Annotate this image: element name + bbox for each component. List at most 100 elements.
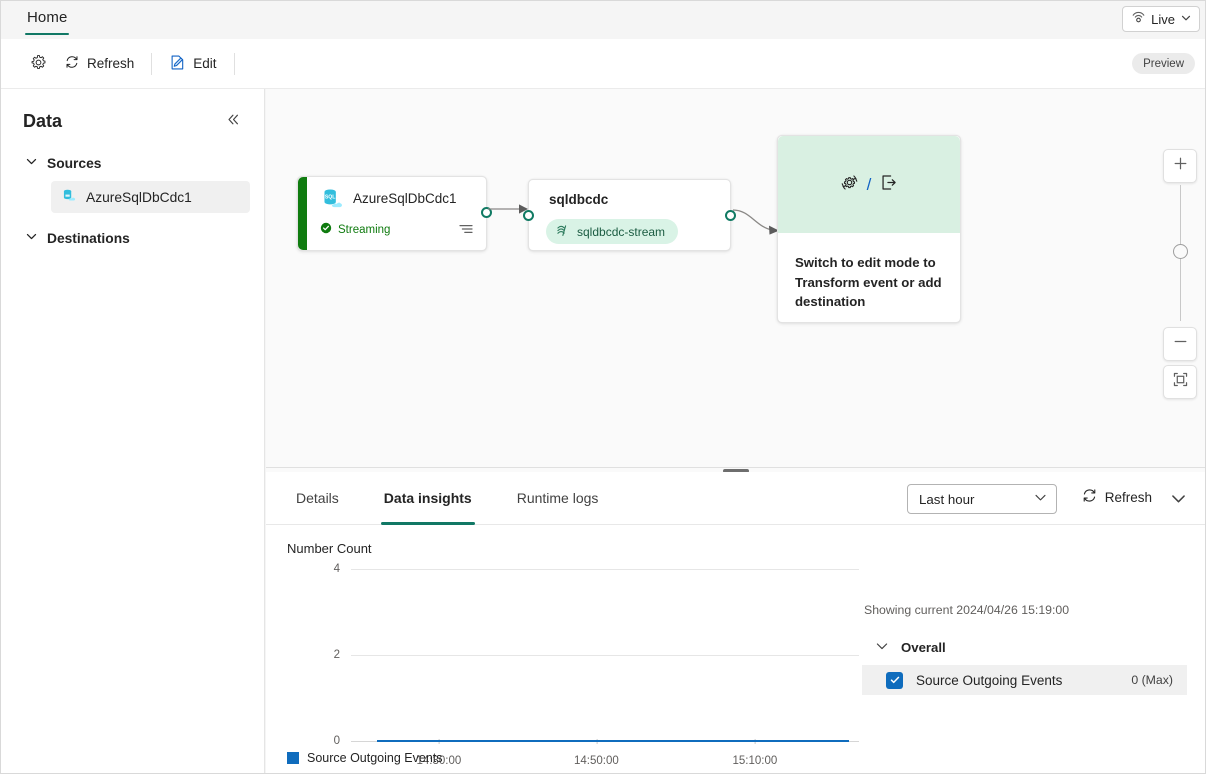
node-source-status: Streaming [320,222,390,237]
node-stream-input-port[interactable] [523,210,534,221]
legend-series-label: Source Outgoing Events [307,751,443,765]
top-tab-strip: Home Live [1,1,1205,39]
command-bar-divider [151,52,153,75]
refresh-button[interactable]: Refresh [54,48,144,80]
svg-text:SQL: SQL [325,195,336,201]
chart-y-tick-label: 0 [333,735,340,747]
check-circle-icon [320,222,332,237]
fit-to-screen-button[interactable] [1163,365,1197,399]
eventstream-canvas[interactable]: SQL AzureSqlDbCdc1 Streaming sqldbcdc sq… [266,89,1205,467]
edit-pencil-document-icon [169,54,186,74]
zoom-in-button[interactable] [1163,149,1197,183]
gear-icon [30,54,47,74]
chevron-down-icon [25,230,38,246]
chart-series-line [377,739,850,743]
tab-runtime-logs-label: Runtime logs [516,490,599,506]
edit-button[interactable]: Edit [159,48,226,80]
tab-data-insights[interactable]: Data insights [380,472,475,525]
transform-gear-arrows-icon [839,172,860,198]
panel-refresh-button[interactable]: Refresh [1081,487,1152,507]
refresh-circular-arrow-icon [1081,487,1098,507]
chevron-down-icon [1034,491,1047,507]
broadcast-eye-icon [1131,11,1146,27]
preview-badge: Preview [1132,53,1195,74]
edit-button-label: Edit [193,56,217,71]
tab-details[interactable]: Details [293,472,342,525]
panel-collapse-button[interactable] [1170,490,1187,512]
tab-home-label: Home [27,8,68,26]
time-range-value: Last hour [919,491,975,507]
plus-icon [1172,155,1189,177]
eventstream-icon [555,223,570,241]
tab-home[interactable]: Home [23,2,71,39]
metric-label: Source Outgoing Events [916,672,1063,688]
app-root: Home Live Refresh Edit Preview Data Sour… [0,0,1206,774]
chart-x-tick-label: 14:50:00 [574,739,619,767]
tab-details-label: Details [296,490,339,506]
sidebar-title: Data [23,110,63,131]
legend-color-swatch [287,752,299,764]
sidebar-item-azuresqldbcdc1[interactable]: AzureSqlDbCdc1 [51,181,250,213]
lines-menu-icon[interactable] [458,222,474,240]
node-status-accent-bar [298,177,307,250]
chart-plot-area: 0 2 4 14:30:00 14:50:00 15:10:00 [334,563,859,767]
data-insights-chart: Number Count 0 2 4 14:30:00 14:50:00 15:10:00… [266,525,1205,773]
sidebar-item-label: AzureSqlDbCdc1 [86,189,192,205]
canvas-zoom-controls [1163,149,1197,399]
node-source-status-label: Streaming [338,223,391,236]
node-stream-title: sqldbcdc [549,192,609,207]
chart-x-tick-label: 15:10:00 [732,739,777,767]
chart-bottom-legend: Source Outgoing Events [287,751,443,765]
metric-group-overall[interactable]: Overall [875,639,1187,656]
node-source-title: AzureSqlDbCdc1 [353,191,457,206]
fit-to-screen-icon [1172,371,1189,393]
chart-title: Number Count [287,541,372,556]
double-chevron-left-icon[interactable] [223,109,244,133]
stream-pill-label: sqldbcdc-stream [577,224,666,239]
export-arrow-out-icon [878,172,899,198]
sidebar-group-destinations-label: Destinations [47,230,130,246]
time-range-select[interactable]: Last hour [907,484,1057,514]
placeholder-icon-header: / [778,136,960,233]
live-mode-button[interactable]: Live [1122,6,1200,32]
data-sidebar: Data Sources AzureSqlDbCdc1 Destinations [1,89,265,773]
metric-legend-panel: Showing current 2024/04/26 15:19:00 Over… [862,603,1187,695]
placeholder-text: Switch to edit mode to Transform event o… [795,255,942,310]
icon-separator: / [866,174,872,194]
slider-handle-icon[interactable] [1173,244,1188,259]
minus-icon [1172,333,1189,355]
details-panel: Details Data insights Runtime logs Last … [266,472,1205,773]
azure-sql-database-icon [61,188,77,207]
chart-y-tick-label: 4 [333,563,340,575]
tab-home-underline [25,32,70,35]
chart-y-tick-label: 2 [333,649,340,661]
sidebar-header: Data [1,89,264,133]
zoom-out-button[interactable] [1163,327,1197,361]
refresh-circular-arrow-icon [64,54,80,73]
canvas-node-source[interactable]: SQL AzureSqlDbCdc1 Streaming [297,176,492,251]
command-bar: Refresh Edit Preview [1,39,1205,89]
chevron-down-icon [1180,12,1192,27]
metric-checkbox[interactable] [886,671,903,689]
chart-gridline [351,569,859,570]
metric-group-overall-label: Overall [901,640,946,655]
sidebar-group-sources[interactable]: Sources [25,155,264,171]
canvas-node-placeholder[interactable]: / Switch to edit mode to Transform event… [777,135,961,323]
chevron-down-icon [25,155,38,171]
showing-current-timestamp: Showing current 2024/04/26 15:19:00 [864,603,1070,617]
refresh-button-label: Refresh [87,56,135,71]
chevron-down-icon [875,639,889,656]
stream-pill[interactable]: sqldbcdc-stream [546,219,679,244]
panel-tab-row: Details Data insights Runtime logs Last … [266,472,1205,525]
metric-value: 0 (Max) [1131,673,1173,687]
command-bar-divider-2 [233,52,235,75]
tab-data-insights-label: Data insights [383,490,472,506]
tab-runtime-logs[interactable]: Runtime logs [514,472,602,525]
chart-gridline [351,655,859,656]
azure-sql-database-icon: SQL [320,187,346,218]
canvas-node-eventstream[interactable]: sqldbcdc sqldbcdc-stream [523,179,736,251]
settings-button[interactable] [23,48,54,80]
sidebar-group-sources-label: Sources [47,155,102,171]
metric-row-source-outgoing-events[interactable]: Source Outgoing Events 0 (Max) [862,665,1187,695]
sidebar-group-destinations[interactable]: Destinations [25,230,264,246]
